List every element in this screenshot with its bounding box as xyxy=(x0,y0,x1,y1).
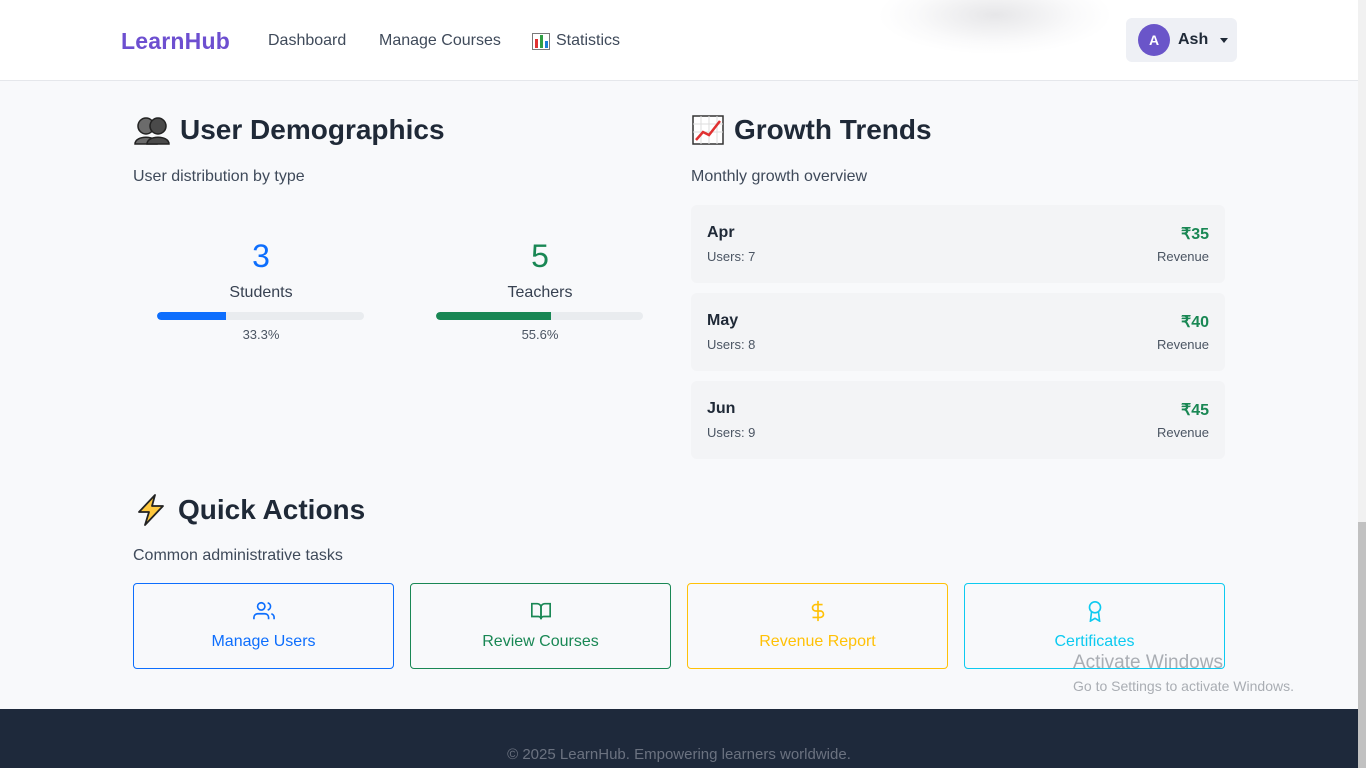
students-progress-fill xyxy=(157,312,226,320)
students-count: 3 xyxy=(252,238,270,274)
demographics-title: User Demographics xyxy=(134,114,445,146)
bar-chart-icon xyxy=(532,32,550,50)
nav-link-statistics-label: Statistics xyxy=(556,32,621,49)
certificates-label: Certificates xyxy=(1054,633,1135,650)
quick-actions-title-text: Quick Actions xyxy=(178,494,366,525)
lightning-icon xyxy=(138,494,164,526)
watermark-subtitle: Go to Settings to activate Windows. xyxy=(1073,678,1294,694)
book-icon xyxy=(530,602,551,620)
growth-card-apr: Apr Users: 7 ₹35 Revenue xyxy=(691,205,1225,283)
growth-title: Growth Trends xyxy=(692,114,932,146)
teachers-stat: 5 Teachers 55.6% xyxy=(436,238,644,342)
revenue-report-button[interactable]: Revenue Report xyxy=(687,583,948,669)
growth-amount: ₹45 xyxy=(1181,402,1209,419)
user-name: Ash xyxy=(1178,31,1209,48)
growth-month: May xyxy=(707,312,739,329)
growth-revenue-label: Revenue xyxy=(1156,249,1209,264)
growth-title-text: Growth Trends xyxy=(734,114,932,145)
nav-link-statistics[interactable]: Statistics xyxy=(532,32,620,50)
teachers-percent: 55.6% xyxy=(521,327,559,342)
review-courses-button[interactable]: Review Courses xyxy=(410,583,671,669)
nav-link-manage-courses[interactable]: Manage Courses xyxy=(379,32,501,50)
students-label: Students xyxy=(229,284,293,301)
top-navbar: LearnHub Dashboard Manage Courses Statis… xyxy=(0,0,1358,81)
chart-increasing-icon xyxy=(692,115,724,145)
award-icon xyxy=(1088,601,1101,622)
dollar-icon xyxy=(811,600,824,622)
teachers-progress-bar xyxy=(436,312,643,320)
page-scrollbar[interactable] xyxy=(1358,0,1366,768)
quick-actions-subtitle: Common administrative tasks xyxy=(133,547,343,564)
growth-subtitle: Monthly growth overview xyxy=(691,168,868,185)
growth-users: Users: 9 xyxy=(707,425,756,440)
activate-windows-watermark: Activate Windows Go to Settings to activ… xyxy=(1073,652,1294,694)
growth-month: Apr xyxy=(707,224,735,241)
growth-card-jun: Jun Users: 9 ₹45 Revenue xyxy=(691,381,1225,459)
students-progress-bar xyxy=(157,312,364,320)
students-stat: 3 Students 33.3% xyxy=(157,238,365,342)
teachers-count: 5 xyxy=(531,238,549,274)
review-courses-label: Review Courses xyxy=(482,633,599,650)
growth-card-may: May Users: 8 ₹40 Revenue xyxy=(691,293,1225,371)
manage-users-button[interactable]: Manage Users xyxy=(133,583,394,669)
users-emoji-icon xyxy=(134,117,170,145)
caret-down-icon xyxy=(1220,37,1229,43)
quick-actions-title: Quick Actions xyxy=(134,493,365,527)
growth-amount: ₹40 xyxy=(1181,314,1209,331)
users-icon xyxy=(252,601,275,620)
brand-logo[interactable]: LearnHub xyxy=(121,28,230,55)
footer: © 2025 LearnHub. Empowering learners wor… xyxy=(0,709,1358,768)
demographics-title-text: User Demographics xyxy=(180,114,445,145)
teachers-label: Teachers xyxy=(507,284,573,301)
avatar: A xyxy=(1138,24,1170,56)
growth-users: Users: 7 xyxy=(707,249,756,264)
growth-revenue-label: Revenue xyxy=(1156,425,1209,440)
demographics-subtitle: User distribution by type xyxy=(133,168,305,185)
nav-link-dashboard[interactable]: Dashboard xyxy=(268,32,346,50)
footer-text: © 2025 LearnHub. Empowering learners wor… xyxy=(507,746,851,763)
growth-revenue-label: Revenue xyxy=(1156,337,1209,352)
background-blur xyxy=(880,0,1110,54)
scrollbar-thumb[interactable] xyxy=(1358,522,1366,768)
user-menu-button[interactable]: A Ash xyxy=(1126,18,1237,62)
teachers-progress-fill xyxy=(436,312,552,320)
watermark-title: Activate Windows xyxy=(1073,652,1223,673)
growth-amount: ₹35 xyxy=(1181,226,1209,243)
manage-users-label: Manage Users xyxy=(211,633,316,650)
students-percent: 33.3% xyxy=(242,327,280,342)
revenue-report-label: Revenue Report xyxy=(759,633,876,650)
growth-users: Users: 8 xyxy=(707,337,756,352)
growth-month: Jun xyxy=(707,400,736,417)
